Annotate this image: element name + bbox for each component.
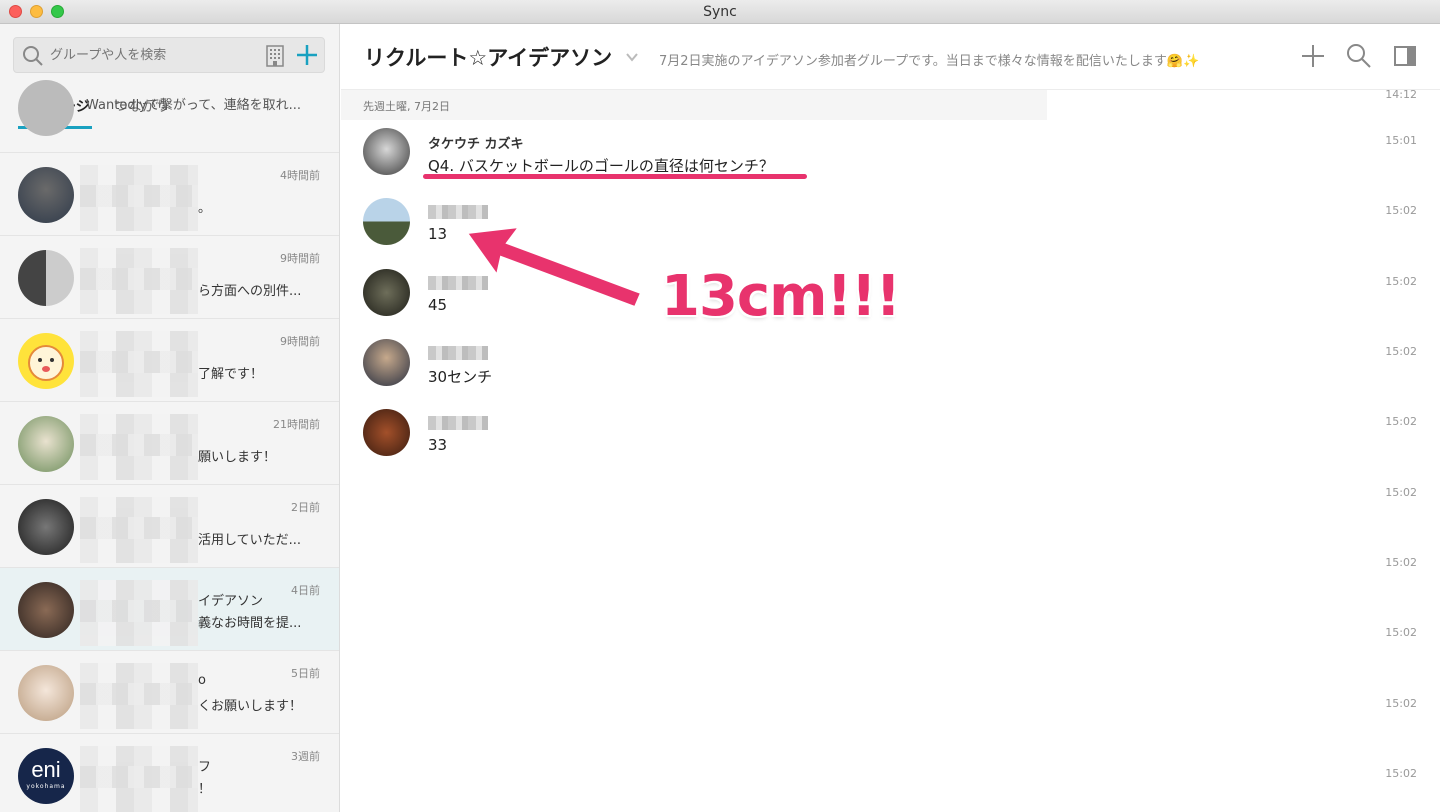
blurred-sender-name <box>428 346 488 360</box>
blurred-sender-name <box>428 205 488 219</box>
conversation-item[interactable]: 2日前 活用していただ... <box>0 485 339 568</box>
blurred-name <box>80 746 198 812</box>
conversation-item[interactable]: Wantedlyで繋がって、連絡を取れ... <box>0 80 339 153</box>
timestamp: 15:02 <box>1385 697 1417 710</box>
group-title[interactable]: リクルート☆アイデアソン <box>364 42 612 72</box>
avatar <box>18 250 74 306</box>
highlight-underline <box>423 174 807 179</box>
conversation-preview: ら方面への別件... <box>198 284 302 299</box>
conversation-time: 9時間前 <box>280 252 320 265</box>
avatar <box>18 333 74 389</box>
date-separator: 先週土曜, 7月2日 <box>341 90 1047 120</box>
message-text: 33 <box>428 436 448 454</box>
window-titlebar: Sync <box>0 0 1440 24</box>
conversation-item[interactable]: o 5日前 くお願いします！ <box>0 651 339 734</box>
search-bar <box>13 37 325 73</box>
sender-name: タケウチ カズキ <box>428 137 524 152</box>
message[interactable]: タケウチ カズキ Q4. バスケットボールのゴールの直径は何センチ？ <box>341 128 1440 198</box>
conversation-item[interactable]: 4時間前 。 <box>0 153 339 236</box>
chevron-down-icon[interactable] <box>625 50 639 64</box>
blurred-name <box>80 248 198 314</box>
date-separator-label: 先週土曜, 7月2日 <box>363 100 450 113</box>
new-chat-plus-icon[interactable] <box>294 42 320 68</box>
avatar <box>363 198 410 245</box>
side-panel-toggle-icon[interactable] <box>1391 42 1419 70</box>
avatar: eni yokohama <box>18 748 74 804</box>
avatar-logo-text: eni <box>31 757 61 782</box>
message-text: Q4. バスケットボールのゴールの直径は何センチ？ <box>428 157 774 175</box>
avatar <box>18 80 74 136</box>
conversation-item[interactable]: 9時間前 了解です！ <box>0 319 339 402</box>
blurred-name <box>80 580 198 646</box>
blurred-name <box>80 165 198 231</box>
avatar <box>18 499 74 555</box>
timestamp: 15:02 <box>1385 486 1417 499</box>
chat-header: リクルート☆アイデアソン 7月2日実施のアイデアソン参加者グループです。当日まで… <box>341 24 1440 90</box>
conversation-preview: Wantedlyで繋がって、連絡を取れ... <box>86 98 301 113</box>
conversation-preview: 了解です！ <box>198 367 264 382</box>
blurred-name <box>80 414 198 480</box>
avatar <box>18 167 74 223</box>
conversation-time: 21時間前 <box>273 418 320 431</box>
timestamp: 15:02 <box>1385 556 1417 569</box>
avatar <box>363 269 410 316</box>
conversation-time: 3週前 <box>291 750 320 763</box>
annotation-arrow-icon <box>465 225 643 309</box>
avatar <box>18 416 74 472</box>
group-description: 7月2日実施のアイデアソン参加者グループです。当日まで様々な情報を配信いたします… <box>659 54 1200 69</box>
blurred-name <box>80 497 198 563</box>
building-icon[interactable] <box>265 45 285 67</box>
avatar-logo-subtext: yokohama <box>26 783 66 790</box>
timestamp: 15:02 <box>1385 626 1417 639</box>
sidebar: メッセージ つながり Wantedlyで繋がって、連絡を取れ... 4時間前 。… <box>0 24 340 812</box>
timestamp: 14:12 <box>1385 88 1417 101</box>
search-input[interactable] <box>50 44 260 66</box>
conversation-time: 9時間前 <box>280 335 320 348</box>
avatar <box>18 582 74 638</box>
message-text: 45 <box>428 296 448 314</box>
search-icon <box>23 46 43 66</box>
conversation-time: 4日前 <box>291 584 320 597</box>
conversation-preview: 義なお時間を提... <box>198 616 302 631</box>
conversation-item-active[interactable]: イデアソン 4日前 義なお時間を提... <box>0 568 339 651</box>
blurred-name <box>80 663 198 729</box>
avatar <box>363 409 410 456</box>
conversation-preview: 。 <box>198 201 212 216</box>
message-text: 30センチ <box>428 368 493 386</box>
conversation-preview: 活用していただ... <box>198 533 302 548</box>
close-window-button[interactable] <box>9 5 22 18</box>
avatar <box>363 128 410 175</box>
conversation-item[interactable]: 21時間前 願いします！ <box>0 402 339 485</box>
conversation-preview: ！ <box>198 782 212 797</box>
message-text: 13 <box>428 225 448 243</box>
annotation-text: 13cm!!! <box>661 264 901 329</box>
avatar <box>363 339 410 386</box>
timestamp: 15:02 <box>1385 767 1417 780</box>
blurred-name <box>80 331 198 397</box>
conversation-item[interactable]: eni yokohama フ 3週前 ！ <box>0 734 339 812</box>
conversation-preview: 願いします！ <box>198 450 277 465</box>
conversation-item[interactable]: 9時間前 ら方面への別件... <box>0 236 339 319</box>
add-icon[interactable] <box>1299 42 1327 70</box>
window-title: Sync <box>703 4 737 20</box>
conversation-time: 4時間前 <box>280 169 320 182</box>
blurred-sender-name <box>428 416 488 430</box>
cartoon-face-icon <box>28 345 64 381</box>
conversation-time: 2日前 <box>291 501 320 514</box>
chat-panel: リクルート☆アイデアソン 7月2日実施のアイデアソン参加者グループです。当日まで… <box>341 24 1440 812</box>
message[interactable]: 33 <box>341 409 1440 479</box>
conversation-preview: くお願いします！ <box>198 699 303 714</box>
search-icon[interactable] <box>1345 42 1373 70</box>
conversation-time: 5日前 <box>291 667 320 680</box>
zoom-window-button[interactable] <box>51 5 64 18</box>
message[interactable]: 30センチ <box>341 339 1440 409</box>
avatar <box>18 665 74 721</box>
minimize-window-button[interactable] <box>30 5 43 18</box>
